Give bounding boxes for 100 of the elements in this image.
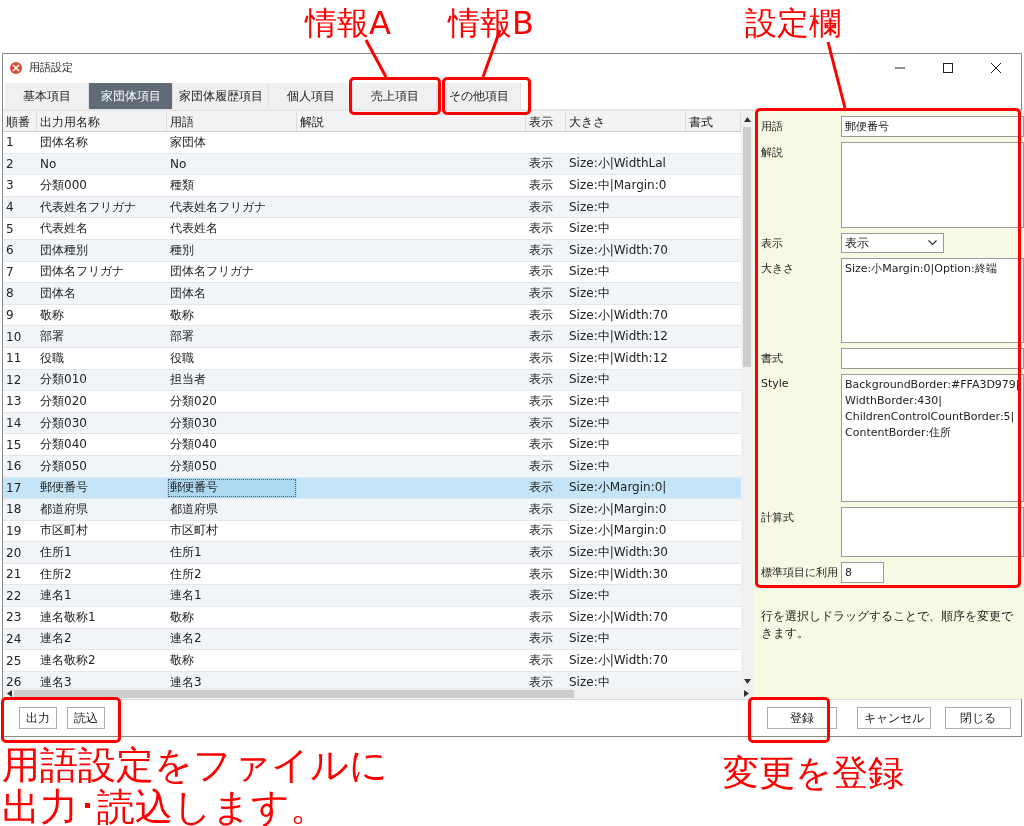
table-row[interactable]: 12 分類010 担当者 表示 Size:中 [3,369,741,392]
table-cell: 19 [6,524,22,538]
field-label: 解説 [761,145,784,160]
action-button[interactable]: キャンセル [857,707,931,729]
table-row[interactable]: 1 団体名称 家団体 [3,132,741,154]
tab[interactable]: 売上項目 [353,83,437,109]
table-cell: 表示 [529,630,553,648]
scroll-left-icon[interactable] [7,690,12,697]
table-cell: 12 [6,372,22,387]
table-row[interactable]: 8 団体名 団体名 表示 Size:中 [3,283,741,305]
table-row[interactable]: 2 No No 表示 Size:小|WidthLal [3,153,741,176]
table-row[interactable]: 22 連名1 連名1 表示 Size:中 [3,585,741,608]
table-cell: Size:中|Width:12 [569,349,668,367]
vertical-scrollbar[interactable] [741,111,753,688]
close-icon[interactable] [991,62,1001,73]
horizontal-scrollbar[interactable] [3,688,753,699]
table-cell: 表示 [529,522,553,540]
table-cell: 分類040 [170,436,217,454]
action-button[interactable]: 登録 [767,707,837,729]
table-cell: Size:中 [569,457,610,475]
column-header[interactable]: 解説 [297,111,526,131]
text-area[interactable]: Size:小Margin:0|Option:終端 [841,258,1024,343]
table-row[interactable]: 14 分類030 分類030 表示 Size:中 [3,412,741,435]
table-cell: Size:中 [569,673,610,688]
table-cell: 1 [6,135,14,150]
column-header[interactable]: 用語 [167,111,297,131]
table-cell: 24 [6,631,22,646]
table-cell: 連名3 [40,673,72,688]
action-button[interactable]: 読込 [67,707,105,729]
table-cell: 分類050 [40,457,87,475]
maximize-icon[interactable] [943,62,953,73]
input-field[interactable] [841,348,1024,369]
annotation-text: 用語設定をファイルに 出力･読込します。 [2,745,388,826]
field-label: 標準項目に利用 [761,565,839,580]
table-row[interactable]: 19 市区町村 市区町村 表示 Size:小|Margin:0 [3,520,741,543]
column-header[interactable]: 順番 [3,111,37,131]
tab[interactable]: 基本項目 [5,83,89,109]
table-cell: Size:中 [569,198,610,216]
table-cell: 13 [6,394,22,409]
table-cell: 団体名称 [40,133,88,151]
table-cell: 連名敬称1 [40,608,96,626]
table-cell: 分類030 [170,414,217,432]
action-button[interactable]: 出力 [19,707,57,729]
table-cell: Size:小|Width:70 [569,652,668,670]
table-cell: Size:中 [569,284,610,302]
table-cell: 表示 [529,457,553,475]
annotation-text: 変更を登録 [723,751,904,795]
table-cell: 表示 [529,436,553,454]
table-cell: Size:中 [569,414,610,432]
table-cell: 郵便番号 [40,479,88,497]
column-header[interactable]: 大きさ [566,111,686,131]
table-cell: 2 [6,156,14,171]
table-cell: Size:中|Margin:0 [569,177,667,194]
scroll-down-icon[interactable] [743,679,751,684]
table-cell: 連名1 [40,587,72,605]
tab[interactable]: 家団体履歴項目 [173,83,269,109]
action-button[interactable]: 閉じる [945,707,1011,729]
table-cell: 分類020 [40,392,87,410]
table-cell: 表示 [529,284,553,302]
field-label: Style [761,376,790,390]
table-cell: Size:中 [569,587,610,605]
tab[interactable]: 家団体項目 [89,83,173,109]
table-cell: 表示 [529,673,553,688]
input-field[interactable]: 8 [841,562,884,583]
table-cell: 敬称 [40,306,64,324]
tab[interactable]: その他項目 [437,83,521,109]
table-cell: Size:小|Width:70 [569,241,668,259]
scroll-right-icon[interactable] [744,690,749,697]
dropdown[interactable]: 表示 [841,233,944,253]
table-cell: 表示 [529,587,553,605]
table-cell: 団体名フリガナ [170,263,254,281]
table-row[interactable]: 18 都道府県 都道府県 表示 Size:小|Margin:0 [3,499,741,521]
tab[interactable]: 個人項目 [269,83,353,109]
table-cell: 家団体 [170,133,206,151]
table-cell: 21 [6,567,22,582]
text-area[interactable] [841,142,1024,228]
text-area[interactable] [841,507,1024,557]
table-row[interactable]: 4 代表姓名フリガナ 代表姓名フリガナ 表示 Size:中 [3,196,741,219]
table-cell: Size:中|Width:30 [569,565,668,583]
table-row[interactable]: 17 郵便番号 郵便番号 表示 Size:小Margin:0| [3,477,741,500]
table-row[interactable]: 10 部署 部署 表示 Size:中|Width:12 [3,326,741,348]
table-cell: 15 [6,437,22,452]
annotation-label: 情報A [305,4,391,43]
table-row[interactable]: 20 住所1 住所1 表示 Size:中|Width:30 [3,542,741,564]
text-area[interactable]: BackgroundBorder:#FFA3D979| WidthBorder:430| ChildrenControlCountBorder:5| ContentBorder:住所 [841,374,1024,502]
table-cell: 20 [6,545,22,560]
input-field[interactable]: 郵便番号 [841,116,1024,137]
window-title: 用語設定 [29,60,73,75]
table-cell: 表示 [529,392,553,410]
table-cell: 表示 [529,220,553,238]
table-row[interactable]: 24 連名2 連名2 表示 Size:中 [3,628,741,651]
scroll-up-icon[interactable] [743,117,751,122]
table-row[interactable]: 6 団体種別 種別 表示 Size:小|Width:70 [3,239,741,262]
table-cell: Size:中 [569,371,610,389]
table-row[interactable]: 16 分類050 分類050 表示 Size:中 [3,455,741,478]
column-header[interactable]: 表示 [526,111,566,131]
table-cell: 表示 [529,371,553,389]
table-cell: 代表姓名 [170,220,218,238]
table-cell: 表示 [529,198,553,216]
column-header[interactable]: 出力用名称 [37,111,167,131]
